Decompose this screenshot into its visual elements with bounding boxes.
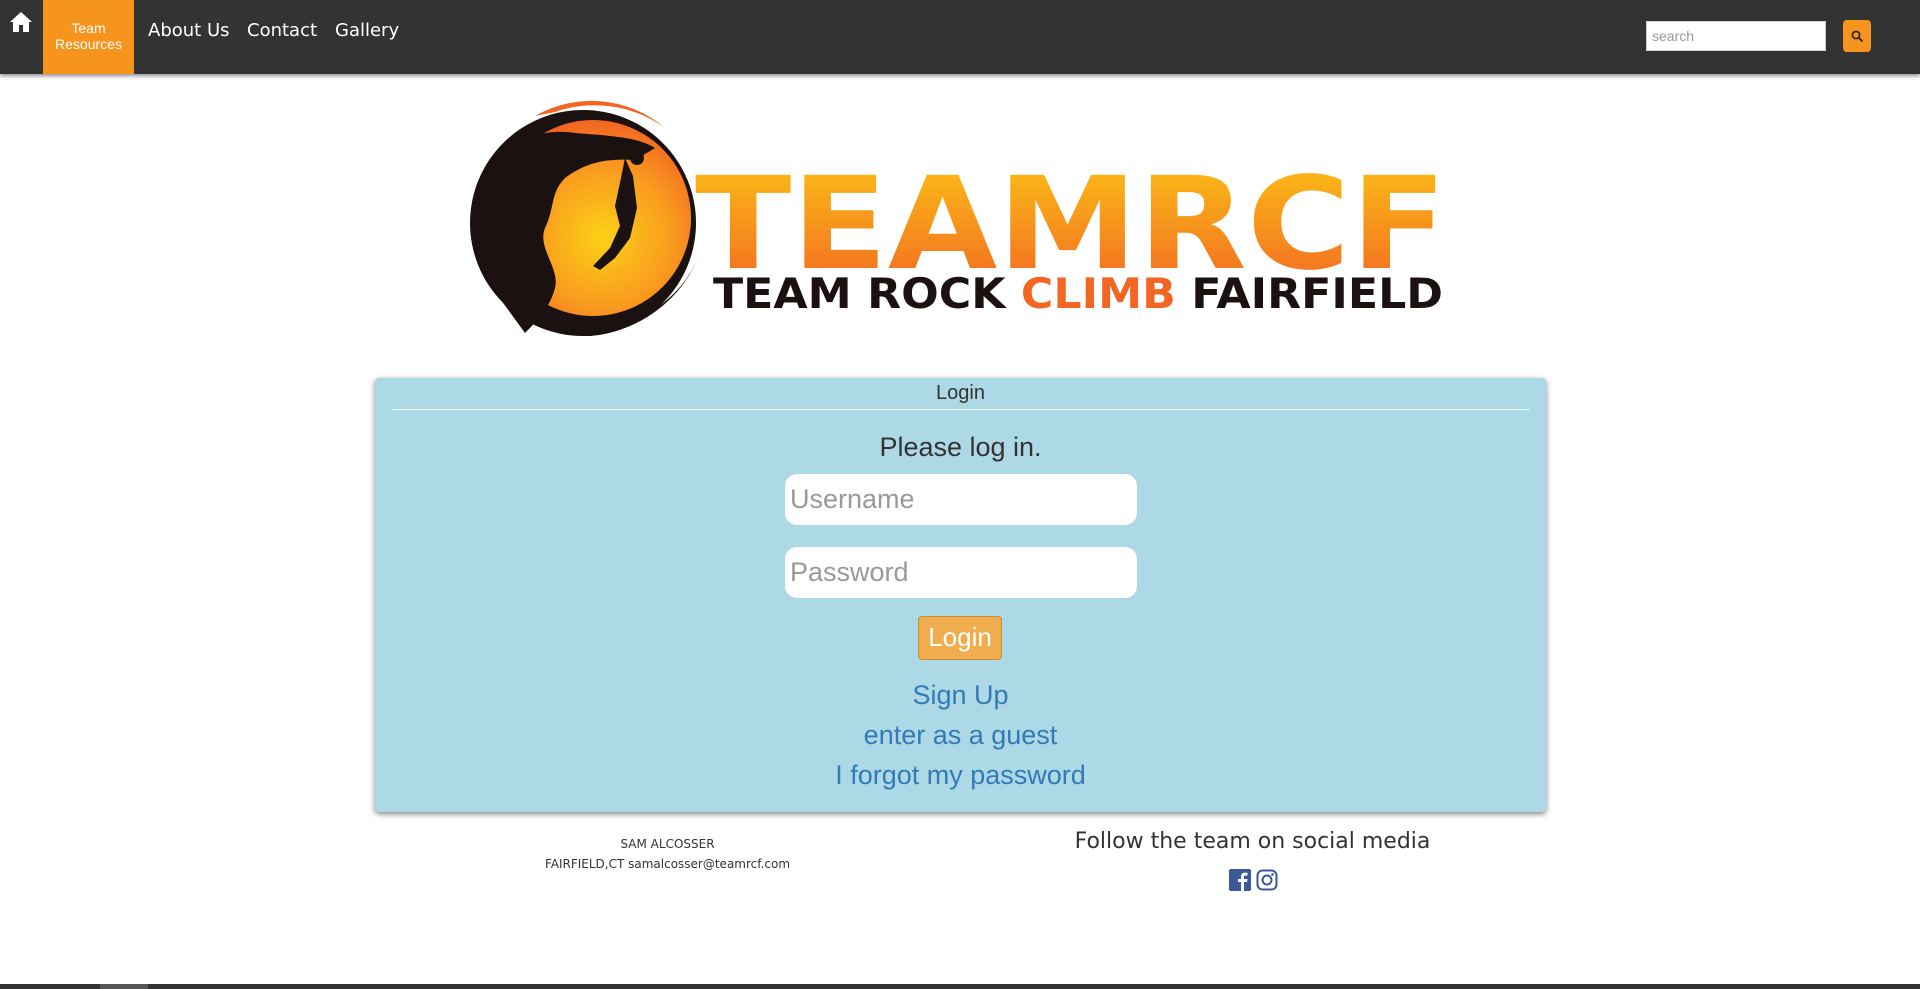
password-field[interactable] xyxy=(785,547,1137,598)
username-field[interactable] xyxy=(785,474,1137,525)
login-button[interactable]: Login xyxy=(918,616,1002,660)
signup-link[interactable]: Sign Up xyxy=(375,680,1546,711)
footer-contact: SAM ALCOSSER FAIRFIELD,CT samalcosser@te… xyxy=(495,834,840,874)
svg-text:TEAM ROCK CLIMB FAIRFIELD: TEAM ROCK CLIMB FAIRFIELD xyxy=(713,269,1443,318)
forgot-password-link[interactable]: I forgot my password xyxy=(375,760,1546,791)
footer-name: SAM ALCOSSER xyxy=(620,837,715,851)
nav-gallery[interactable]: Gallery xyxy=(335,20,399,41)
search-button[interactable] xyxy=(1843,20,1871,52)
bottom-scrollbar-thumb[interactable] xyxy=(100,984,148,989)
login-panel: Login Please log in. Login Sign Up enter… xyxy=(375,378,1546,812)
nav-contact[interactable]: Contact xyxy=(247,20,317,41)
home-icon[interactable] xyxy=(9,11,35,35)
teamrcf-logo: TEAMRCF TEAM ROCK CLIMB FAIRFIELD xyxy=(465,98,1455,348)
social-icons xyxy=(1229,869,1278,891)
panel-title: Login xyxy=(936,382,985,404)
panel-divider xyxy=(391,409,1530,410)
login-prompt: Please log in. xyxy=(879,432,1042,462)
search-input[interactable] xyxy=(1646,21,1826,51)
guest-link[interactable]: enter as a guest xyxy=(375,720,1546,751)
footer-address-email: FAIRFIELD,CT samalcosser@teamrcf.com xyxy=(544,857,791,871)
nav-about-us[interactable]: About Us xyxy=(148,20,230,41)
top-navbar: Team Resources About Us Contact Gallery xyxy=(0,0,1920,74)
nav-team-resources[interactable]: Team Resources xyxy=(43,0,134,74)
nav-team-resources-label: Team Resources xyxy=(55,20,122,52)
logo-tagline-part1: TEAM ROCK xyxy=(713,269,1021,318)
social-media-title: Follow the team on social media xyxy=(1074,829,1431,854)
logo-tagline-part3: FAIRFIELD xyxy=(1176,269,1443,318)
logo-tagline-part2: CLIMB xyxy=(1021,269,1176,318)
bottom-scrollbar[interactable] xyxy=(0,984,1920,989)
instagram-icon[interactable] xyxy=(1256,869,1278,891)
facebook-icon[interactable] xyxy=(1229,869,1251,891)
search-icon xyxy=(1851,30,1863,42)
